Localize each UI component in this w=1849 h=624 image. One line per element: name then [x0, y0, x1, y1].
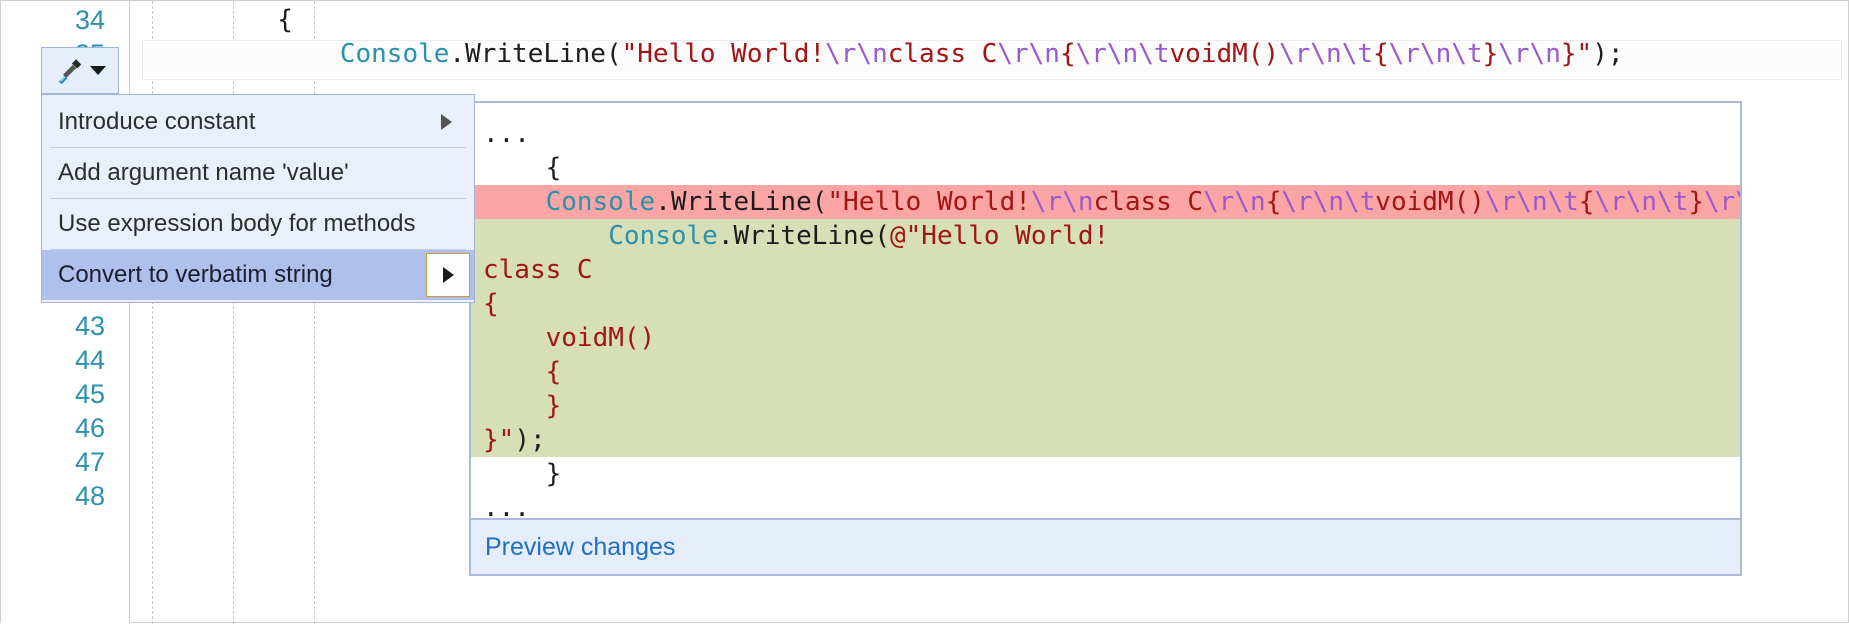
code-token-string: "Hello World! — [621, 39, 826, 69]
code-token-escape: \r\n — [997, 39, 1060, 69]
code-token-escape: \r\n — [1030, 187, 1094, 217]
menu-item[interactable]: Convert to verbatim string — [42, 250, 474, 300]
code-token-type: Console — [545, 187, 656, 217]
code-token-punct: } — [483, 459, 562, 489]
code-token-string: class C — [1093, 187, 1204, 217]
code-token-plain: ... — [483, 119, 530, 149]
code-token-plain: ... — [483, 493, 530, 520]
menu-item[interactable]: Use expression body for methods — [42, 199, 474, 249]
menu-item-label: Introduce constant — [58, 108, 256, 135]
code-token-escape: \r\n — [825, 39, 888, 69]
editor-code-line[interactable]: Console.WriteLine("Hello World!\r\nclass… — [152, 37, 1624, 71]
code-token-escape: \r\n\t — [1484, 187, 1579, 217]
code-token-string: } — [483, 391, 562, 421]
preview-diff-line-context: { — [471, 151, 1740, 185]
code-token-string: } — [1688, 187, 1705, 217]
code-token-escape: \r\n\t — [1075, 39, 1170, 69]
code-token-string: } — [1482, 39, 1499, 69]
code-token-string: { — [483, 289, 499, 319]
code-token-punct: .WriteLine( — [449, 39, 622, 69]
chevron-right-icon — [443, 267, 454, 283]
code-token-escape: \r\n — [1498, 39, 1561, 69]
code-token-string: voidM() — [483, 323, 656, 353]
submenu-expand-button[interactable] — [426, 253, 470, 297]
line-number: 43 — [74, 311, 105, 341]
preview-diff-line-added: Console.WriteLine(@"Hello World! — [471, 219, 1740, 253]
code-token-string: }" — [1560, 39, 1593, 69]
code-token-string: voidM() — [1375, 187, 1485, 217]
preview-footer: Preview changes — [469, 520, 1742, 576]
code-token-string: class C — [483, 255, 593, 285]
code-token-type: Console — [339, 39, 450, 69]
line-number: 48 — [74, 481, 105, 511]
preview-diff-pane: ... { Console.WriteLine("Hello World!\r\… — [469, 101, 1742, 520]
code-token-string: { — [483, 357, 562, 387]
code-token-string: { — [1059, 39, 1076, 69]
menu-item-label: Add argument name 'value' — [58, 159, 349, 186]
code-token-punct: ); — [1592, 39, 1624, 69]
code-token-punct: { — [152, 5, 293, 35]
code-token-punct: .WriteLine( — [717, 221, 890, 251]
line-number: 44 — [74, 345, 105, 375]
code-token-type: Console — [608, 221, 718, 251]
line-number: 45 — [74, 379, 105, 409]
chevron-right-icon — [441, 114, 452, 130]
preview-diff-line-context: ... — [471, 117, 1740, 151]
code-token-escape: \r\n\t — [1279, 39, 1374, 69]
screwdriver-icon — [58, 58, 81, 84]
code-token-string: class C — [887, 39, 998, 69]
quick-actions-context-menu[interactable]: Introduce constant Add argument name 'val… — [41, 94, 475, 303]
code-token-string: { — [1265, 187, 1282, 217]
line-number: 34 — [74, 5, 105, 35]
code-token-punct: .WriteLine( — [655, 187, 828, 217]
preview-diff-line-added: }"); — [471, 423, 1740, 457]
code-token-string: @"Hello World! — [890, 221, 1110, 251]
preview-diff-line-removed: Console.WriteLine("Hello World!\r\nclass… — [471, 185, 1740, 219]
quick-actions-button[interactable] — [41, 47, 119, 94]
menu-item[interactable]: Add argument name 'value' — [42, 148, 474, 198]
chevron-down-icon — [89, 66, 106, 75]
code-token-escape: \r\n\t — [1388, 39, 1483, 69]
code-token-string: { — [1373, 39, 1389, 69]
preview-diff-line-added: { — [471, 287, 1740, 321]
code-token-string: voidM() — [1169, 39, 1280, 69]
preview-diff-line-added: } — [471, 389, 1740, 423]
refactoring-preview-popup: ... { Console.WriteLine("Hello World!\r\… — [469, 101, 1742, 576]
code-token-escape: \r\n — [1203, 187, 1266, 217]
code-editor-surface[interactable]: 343536373839404142434445464748 { Console… — [0, 0, 1849, 624]
preview-diff-line-added: voidM() — [471, 321, 1740, 355]
preview-top-padding — [471, 103, 1740, 117]
preview-diff-line-added: { — [471, 355, 1740, 389]
preview-diff-line-context: } — [471, 457, 1740, 491]
menu-item-label: Convert to verbatim string — [58, 261, 333, 288]
preview-changes-link[interactable]: Preview changes — [485, 533, 675, 562]
code-token-escape: \r\n\t — [1281, 187, 1376, 217]
menu-item[interactable]: Introduce constant — [42, 97, 474, 147]
code-token-string: }" — [483, 425, 515, 455]
preview-diff-line-added: class C — [471, 253, 1740, 287]
preview-diff-line-context: ... — [471, 491, 1740, 520]
code-token-string: "Hello World! — [827, 187, 1031, 217]
code-token-string: { — [1578, 187, 1595, 217]
menu-item-label: Use expression body for methods — [58, 210, 416, 237]
code-token-escape: \r\n\t — [1594, 187, 1689, 217]
editor-code-line[interactable]: { — [152, 3, 293, 37]
line-number: 47 — [74, 447, 105, 477]
code-token-punct: ); — [514, 425, 546, 455]
code-token-punct: { — [483, 153, 562, 183]
code-token-escape: \r\n — [1704, 187, 1740, 217]
line-number: 46 — [74, 413, 105, 443]
